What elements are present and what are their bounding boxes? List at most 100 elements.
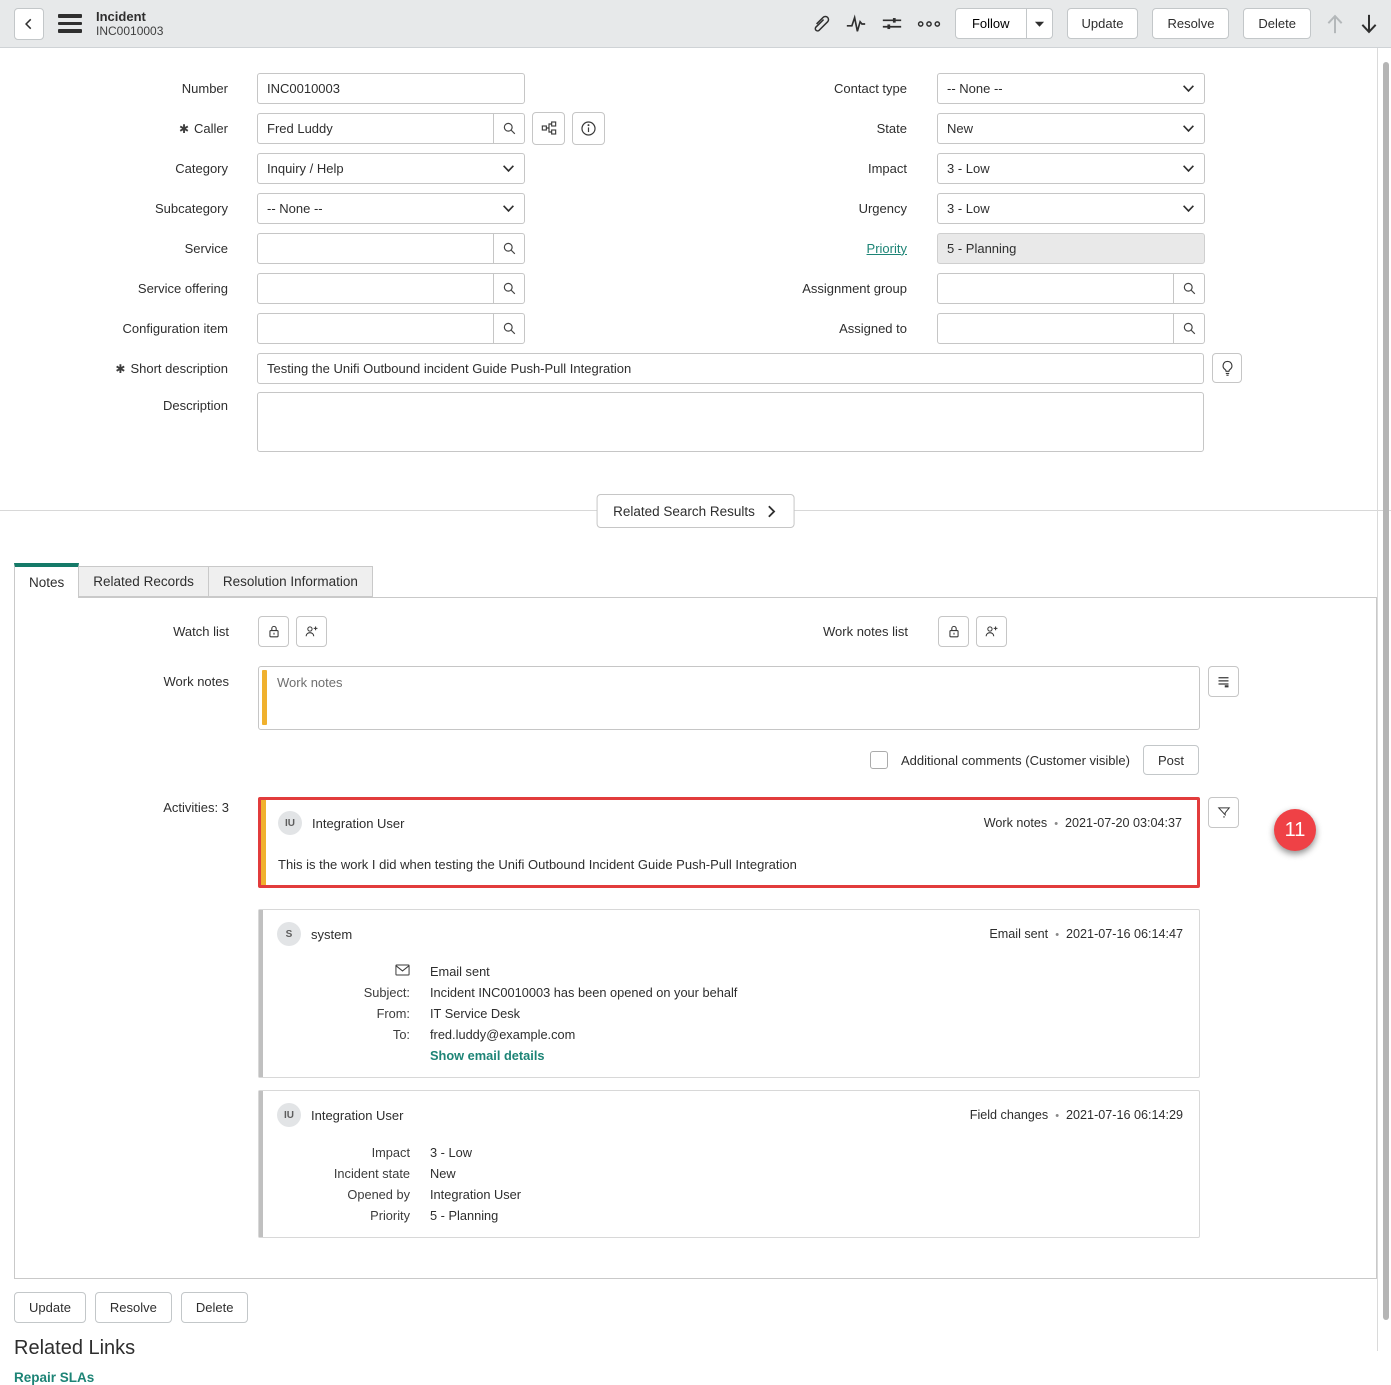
- service-search-button[interactable]: [493, 233, 525, 264]
- field-service-offering: Service offering: [14, 268, 669, 308]
- field-assignment-group: Assignment group: [669, 268, 1391, 308]
- work-notes-list-lock-button[interactable]: [938, 616, 969, 647]
- caller-input[interactable]: [257, 113, 494, 144]
- post-button[interactable]: Post: [1143, 745, 1199, 775]
- search-icon: [502, 121, 517, 136]
- description-textarea[interactable]: [257, 392, 1204, 452]
- update-button-header[interactable]: Update: [1067, 8, 1139, 39]
- delete-button-header[interactable]: Delete: [1243, 8, 1311, 39]
- field-change-value: New: [430, 1166, 1183, 1181]
- assigned-to-input[interactable]: [937, 313, 1174, 344]
- priority-label-link[interactable]: Priority: [867, 241, 907, 256]
- back-button[interactable]: [14, 8, 44, 40]
- caller-search-button[interactable]: [493, 113, 525, 144]
- state-select[interactable]: New: [937, 113, 1205, 144]
- configuration-item-input[interactable]: [257, 313, 494, 344]
- search-icon: [502, 321, 517, 336]
- funnel-icon: [1217, 805, 1231, 820]
- field-short-description: ✱Short description: [14, 348, 1391, 388]
- previous-record-button[interactable]: [1325, 13, 1345, 35]
- resolve-button-footer[interactable]: Resolve: [95, 1292, 172, 1323]
- short-description-input[interactable]: [257, 353, 1204, 384]
- tab-related-records[interactable]: Related Records: [79, 566, 209, 597]
- follow-dropdown-button[interactable]: [1026, 9, 1052, 38]
- search-icon: [1182, 321, 1197, 336]
- assignment-group-search-button[interactable]: [1173, 273, 1205, 304]
- activity-filter-button[interactable]: [1208, 797, 1239, 828]
- related-search-results-button[interactable]: Related Search Results: [596, 494, 795, 528]
- subcategory-select[interactable]: -- None --: [257, 193, 525, 224]
- person-plus-icon: [984, 624, 999, 639]
- lock-icon: [947, 624, 961, 639]
- field-change-label: Incident state: [277, 1166, 410, 1181]
- service-offering-input[interactable]: [257, 273, 494, 304]
- priority-readonly-field: 5 - Planning: [937, 233, 1205, 264]
- number-input[interactable]: [257, 73, 525, 104]
- field-contact-type: Contact type -- None --: [669, 68, 1391, 108]
- configuration-item-search-button[interactable]: [493, 313, 525, 344]
- field-subcategory: Subcategory -- None --: [14, 188, 669, 228]
- record-type-title: Incident: [96, 9, 163, 25]
- chevron-down-icon: [502, 164, 515, 173]
- watch-list-add-user-button[interactable]: [296, 616, 327, 647]
- activity-entry-work-notes: IU Integration User Work notes 2021-07-2…: [258, 797, 1200, 888]
- description-label: Description: [14, 392, 257, 413]
- service-input[interactable]: [257, 233, 494, 264]
- context-menu-icon[interactable]: [58, 14, 82, 33]
- delete-button-footer[interactable]: Delete: [181, 1292, 249, 1323]
- show-email-details-link[interactable]: Show email details: [430, 1048, 545, 1063]
- required-marker: ✱: [115, 362, 125, 376]
- meta-separator: [1047, 816, 1065, 830]
- update-button-footer[interactable]: Update: [14, 1292, 86, 1323]
- watch-list-lock-button[interactable]: [258, 616, 289, 647]
- work-notes-list-add-user-button[interactable]: [976, 616, 1007, 647]
- service-offering-search-button[interactable]: [493, 273, 525, 304]
- category-select[interactable]: Inquiry / Help: [257, 153, 525, 184]
- activity-stream-button[interactable]: [845, 13, 867, 35]
- suggestion-button[interactable]: [1212, 353, 1242, 383]
- envelope-icon: [277, 964, 410, 979]
- vertical-scrollbar[interactable]: [1383, 62, 1389, 1320]
- assigned-to-search-button[interactable]: [1173, 313, 1205, 344]
- personalize-form-button[interactable]: [881, 13, 903, 35]
- assignment-group-lookup: [937, 273, 1205, 304]
- next-record-button[interactable]: [1359, 13, 1379, 35]
- follow-button[interactable]: Follow: [956, 9, 1026, 38]
- lightbulb-icon: [1220, 360, 1235, 377]
- chevron-down-icon: [1182, 204, 1195, 213]
- caller-label: Caller: [194, 121, 228, 136]
- chevron-down-icon: [502, 204, 515, 213]
- toggle-activity-stream-button[interactable]: [1208, 666, 1239, 697]
- field-change-label: Opened by: [277, 1187, 410, 1202]
- attachment-button[interactable]: [810, 13, 831, 34]
- activities-count-label: Activities: 3: [15, 797, 258, 815]
- tab-resolution-information[interactable]: Resolution Information: [209, 566, 373, 597]
- email-subject-label: Subject:: [277, 985, 410, 1000]
- field-change-value: 3 - Low: [430, 1145, 1183, 1160]
- activity-user-name: Integration User: [312, 816, 405, 831]
- lock-icon: [267, 624, 281, 639]
- contact-type-label: Contact type: [669, 81, 937, 96]
- list-fields-row: Watch list Work notes list: [15, 611, 1376, 651]
- caller-show-related-button[interactable]: [532, 112, 565, 145]
- additional-comments-checkbox[interactable]: [870, 751, 888, 769]
- contact-type-select[interactable]: -- None --: [937, 73, 1205, 104]
- caller-preview-button[interactable]: [572, 112, 605, 145]
- work-notes-textarea[interactable]: [258, 666, 1200, 730]
- resolve-button-header[interactable]: Resolve: [1152, 8, 1229, 39]
- tab-notes[interactable]: Notes: [14, 563, 79, 598]
- more-options-button[interactable]: [917, 19, 941, 29]
- impact-select[interactable]: 3 - Low: [937, 153, 1205, 184]
- assignment-group-input[interactable]: [937, 273, 1174, 304]
- urgency-select[interactable]: 3 - Low: [937, 193, 1205, 224]
- repair-slas-link[interactable]: Repair SLAs: [14, 1370, 94, 1385]
- incident-record-page: Incident INC0010003: [0, 0, 1391, 1385]
- field-change-label: Priority: [277, 1208, 410, 1223]
- field-category: Category Inquiry / Help: [14, 148, 669, 188]
- email-from-value: IT Service Desk: [430, 1006, 1183, 1021]
- activity-user-name: system: [311, 927, 352, 942]
- avatar: IU: [277, 1103, 301, 1127]
- work-notes-row: Work notes: [15, 666, 1376, 733]
- field-service: Service: [14, 228, 669, 268]
- more-dots-icon: [917, 19, 941, 29]
